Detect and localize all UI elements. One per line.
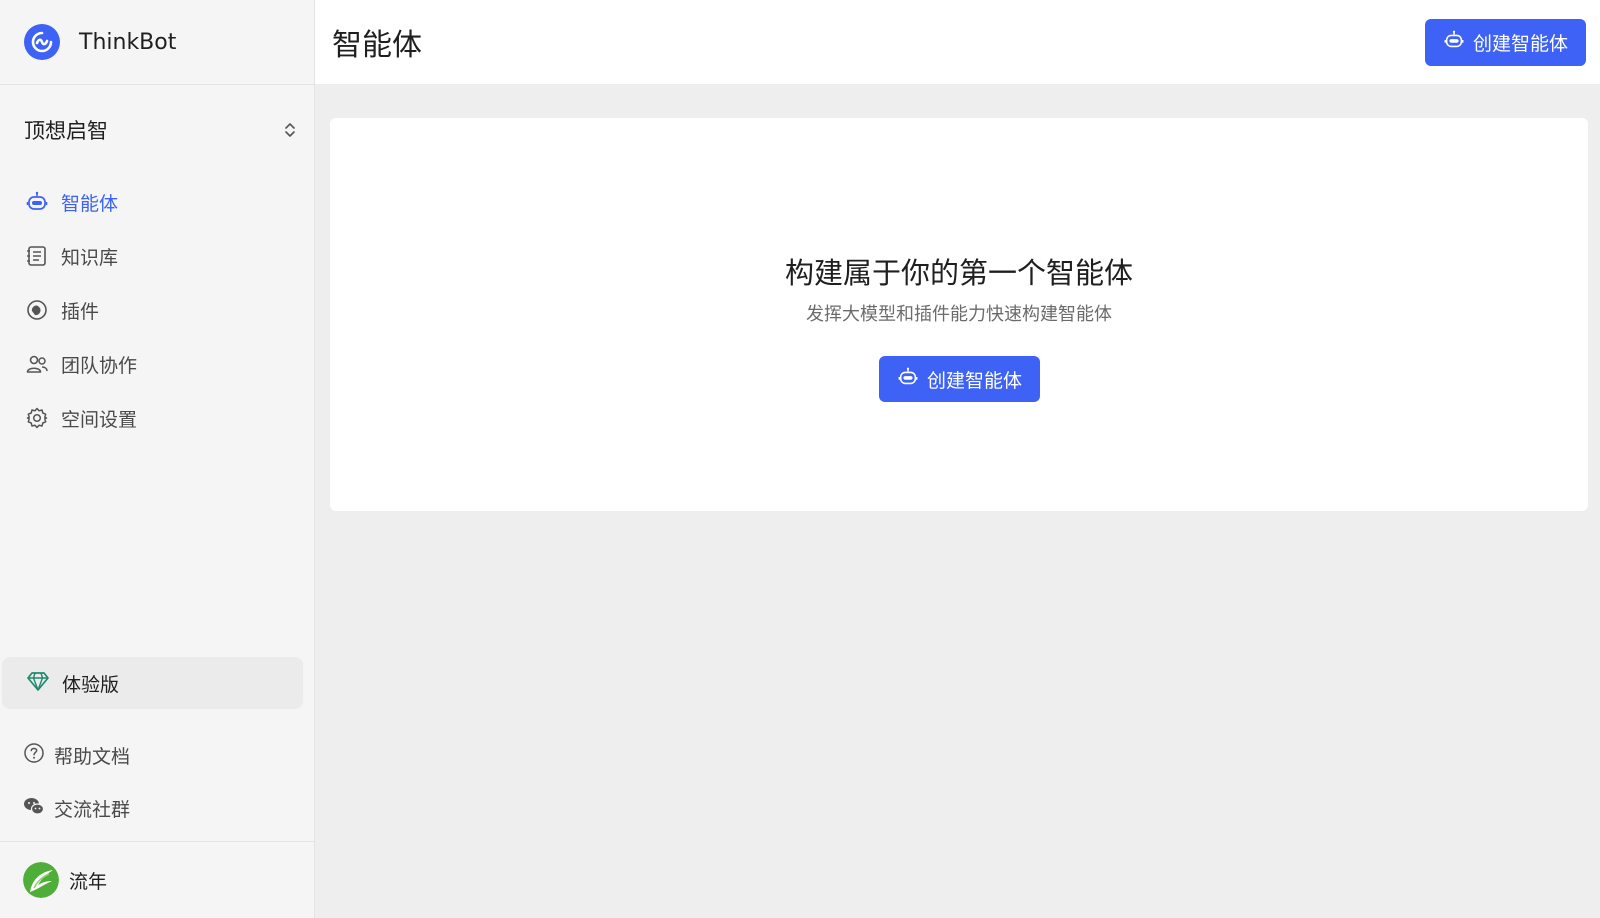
create-agent-button[interactable]: 创建智能体 xyxy=(1425,18,1586,66)
create-agent-button-label: 创建智能体 xyxy=(926,369,1022,392)
create-agent-button-label: 创建智能体 xyxy=(1472,32,1568,55)
wechat-icon xyxy=(23,795,45,821)
robot-icon xyxy=(1443,29,1465,56)
sidebar-item-settings[interactable]: 空间设置 xyxy=(0,391,314,445)
sidebar-item-agents[interactable]: 智能体 xyxy=(0,175,314,229)
sidebar-item-label: 空间设置 xyxy=(61,408,138,431)
user-name: 流年 xyxy=(69,870,108,893)
sidebar-item-knowledge[interactable]: 知识库 xyxy=(0,229,314,283)
robot-icon xyxy=(897,366,919,393)
plan-badge[interactable]: 体验版 xyxy=(2,657,303,709)
community-link[interactable]: 交流社群 xyxy=(0,788,315,828)
sidebar-nav: 智能体 知识库 插件 团队协作 空间设置 xyxy=(0,175,314,445)
workspace-name: 顶想启智 xyxy=(24,119,108,143)
workspace-switcher[interactable]: 顶想启智 xyxy=(0,85,314,175)
sidebar-item-label: 团队协作 xyxy=(61,354,138,377)
page-title: 智能体 xyxy=(332,28,422,63)
sidebar-item-label: 知识库 xyxy=(61,246,119,269)
help-docs-label: 帮助文档 xyxy=(54,745,131,768)
sidebar-item-label: 插件 xyxy=(61,300,100,323)
thinkbot-logo-icon xyxy=(24,24,60,60)
sidebar-item-plugins[interactable]: 插件 xyxy=(0,283,314,337)
sidebar-item-label: 智能体 xyxy=(61,192,119,215)
user-profile[interactable]: 流年 xyxy=(0,841,315,918)
top-header: 智能体 创建智能体 xyxy=(315,0,1600,84)
community-label: 交流社群 xyxy=(54,798,131,821)
gear-icon xyxy=(25,406,49,430)
diamond-icon xyxy=(26,669,50,697)
sidebar: ThinkBot 顶想启智 智能体 知识库 插件 团队协作 空间设置 体验版 帮… xyxy=(0,0,315,918)
help-docs-link[interactable]: 帮助文档 xyxy=(0,735,315,775)
sidebar-item-team[interactable]: 团队协作 xyxy=(0,337,314,391)
plugin-icon xyxy=(25,298,49,322)
chevron-up-down-icon[interactable] xyxy=(282,119,298,141)
robot-icon xyxy=(25,190,49,214)
plan-label: 体验版 xyxy=(62,673,120,696)
brand[interactable]: ThinkBot xyxy=(0,0,314,85)
empty-state-card: 构建属于你的第一个智能体 发挥大模型和插件能力快速构建智能体 创建智能体 xyxy=(330,118,1588,511)
app-name: ThinkBot xyxy=(79,29,177,55)
avatar xyxy=(23,862,59,898)
empty-state-subtitle: 发挥大模型和插件能力快速构建智能体 xyxy=(806,304,1112,325)
team-icon xyxy=(25,352,49,376)
question-circle-icon xyxy=(23,742,45,768)
book-icon xyxy=(25,244,49,268)
create-agent-button[interactable]: 创建智能体 xyxy=(879,356,1040,402)
empty-state-title: 构建属于你的第一个智能体 xyxy=(784,256,1133,290)
